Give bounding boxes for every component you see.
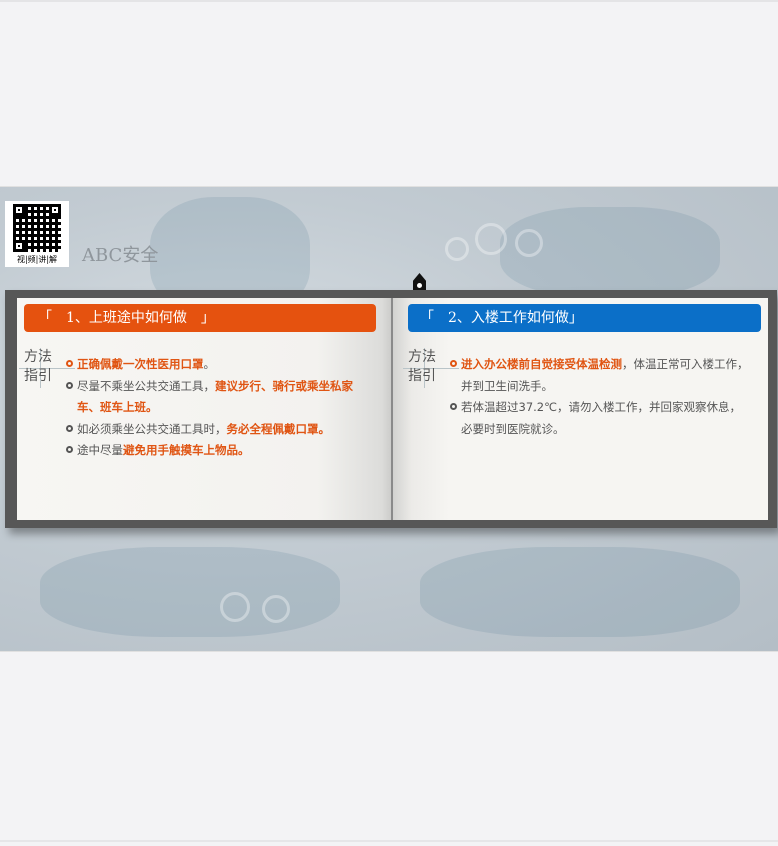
left-page: 「 1、上班途中如何做 」 方法 指引 正确佩戴一次性医用口罩。 尽量不乘坐公共… (17, 298, 393, 520)
bullet-icon (66, 381, 73, 389)
right-header: 「 2、入楼工作如何做」 (408, 304, 761, 332)
bullet-icon (66, 446, 73, 453)
background-circle (445, 237, 469, 261)
list-item: 进入办公楼前自觉接受体温检测，体温正常可入楼工作， 并到卫生间洗手。 (450, 354, 768, 397)
bottom-border (0, 840, 778, 842)
list-item: 途中尽量避免用手触摸车上物品。 (66, 440, 376, 462)
background-figure (40, 547, 340, 637)
list-item: 若体温超过37.2℃，请勿入楼工作，并回家观察休息， 必要时到医院就诊。 (450, 397, 768, 440)
qr-pattern (13, 204, 61, 252)
open-book: 「 1、上班途中如何做 」 方法 指引 正确佩戴一次性医用口罩。 尽量不乘坐公共… (5, 290, 777, 528)
right-page: 「 2、入楼工作如何做」 方法 指引 进入办公楼前自觉接受体温检测，体温正常可入… (393, 298, 768, 520)
top-border (0, 0, 778, 2)
method-guide-label: 方法 指引 (408, 349, 436, 384)
qr-code[interactable]: 视|频|讲|解 (5, 201, 69, 267)
right-item-list: 进入办公楼前自觉接受体温检测，体温正常可入楼工作， 并到卫生间洗手。 若体温超过… (450, 354, 768, 440)
background-circle (515, 229, 543, 257)
background-circle (262, 595, 290, 623)
bullet-icon (66, 360, 73, 367)
background-figure (420, 547, 740, 637)
slide: 视|频|讲|解 ABC安全 「 1、上班途中如何做 」 方法 指引 正确佩戴一次… (0, 187, 778, 651)
left-header: 「 1、上班途中如何做 」 (24, 304, 376, 332)
list-item: 尽量不乘坐公共交通工具，建议步行、骑行或乘坐私家 车、班车上班。 (66, 376, 376, 419)
list-item: 正确佩戴一次性医用口罩。 (66, 354, 376, 376)
method-guide-label: 方法 指引 (24, 349, 52, 384)
bullet-icon (66, 424, 73, 432)
list-item: 如必须乘坐公共交通工具时，务必全程佩戴口罩。 (66, 419, 376, 441)
qr-caption: 视|频|讲|解 (16, 255, 58, 264)
left-item-list: 正确佩戴一次性医用口罩。 尽量不乘坐公共交通工具，建议步行、骑行或乘坐私家 车、… (66, 354, 376, 462)
background-circle (220, 592, 250, 622)
logo-text: ABC安全 (82, 245, 159, 266)
bullet-icon (450, 360, 457, 367)
background-circle (475, 223, 507, 255)
bullet-icon (450, 403, 457, 410)
